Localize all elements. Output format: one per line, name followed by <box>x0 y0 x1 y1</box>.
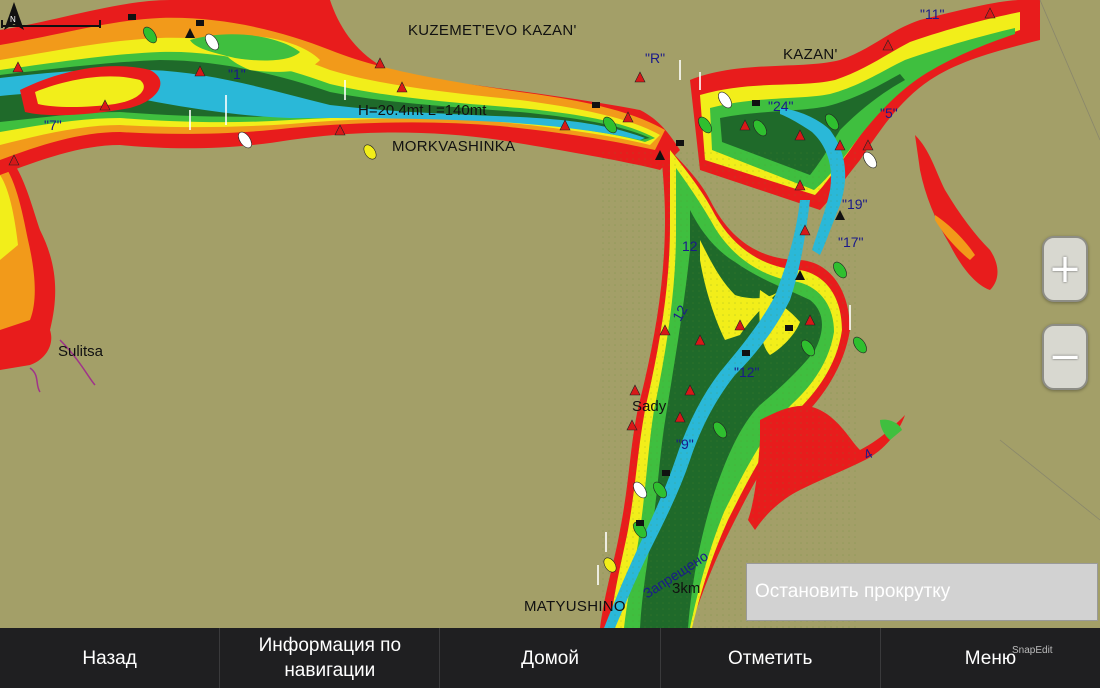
home-button[interactable]: Домой <box>440 628 661 688</box>
scale-label: 3km <box>672 580 701 597</box>
back-button[interactable]: Назад <box>0 628 221 688</box>
depth-sounding: 12 <box>682 238 698 254</box>
bottom-nav-bar: Назад Информация по навигации Домой Отме… <box>0 628 1100 688</box>
place-label-morkvashinka: MORKVASHINKA <box>392 138 516 155</box>
place-label-sulitsa: Sulitsa <box>58 343 104 360</box>
buoy-label-17: "17" <box>838 234 864 250</box>
nav-info-button[interactable]: Информация по навигации <box>220 628 441 688</box>
buoy-label-9: "9" <box>676 436 694 452</box>
buoy-label-7: "7" <box>44 117 62 133</box>
buoy-label-1: "1" <box>228 66 246 82</box>
mark-button[interactable]: Отметить <box>661 628 881 688</box>
buoy-label-r: "R" <box>645 50 666 66</box>
place-label-kuzemetevo-kazan: KUZEMET'EVO KAZAN' <box>408 22 577 39</box>
buoy-label-11: "11" <box>920 6 945 22</box>
north-arrow-icon[interactable]: N <box>0 0 28 36</box>
watermark-label: SnapEdit <box>1012 645 1053 656</box>
place-label-kazan: KAZAN' <box>783 46 838 63</box>
place-label-sady: Sady <box>632 398 667 415</box>
bridge-clearance-label: H=20.4mt L=140mt <box>358 102 487 119</box>
chart-water-svg <box>0 0 1100 628</box>
buoy-label-19: "19" <box>842 196 868 212</box>
buoy-label-24: "24" <box>768 98 794 114</box>
svg-text:N: N <box>10 15 16 24</box>
place-label-matyushino: MATYUSHINO <box>524 598 626 615</box>
stop-scroll-button[interactable]: Остановить прокрутку <box>746 563 1098 621</box>
zoom-out-button[interactable]: − <box>1042 324 1088 390</box>
buoy-label-12: "12" <box>734 364 760 380</box>
buoy-label-5: "5" <box>880 105 898 121</box>
zoom-in-button[interactable]: + <box>1042 236 1088 302</box>
menu-button[interactable]: Меню <box>881 628 1100 688</box>
chart-map[interactable]: KUZEMET'EVO KAZAN' KAZAN' MORKVASHINKA S… <box>0 0 1100 628</box>
